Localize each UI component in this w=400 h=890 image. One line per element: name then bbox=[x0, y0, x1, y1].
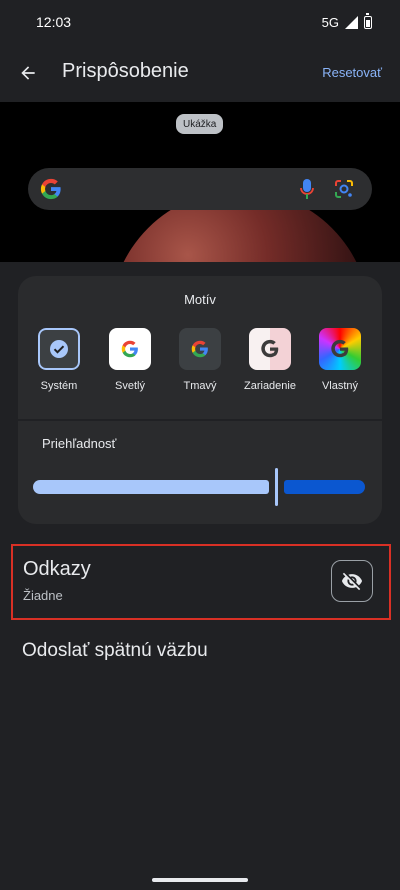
theme-label-system: Systém bbox=[40, 380, 78, 392]
visibility-off-icon bbox=[341, 572, 363, 591]
search-widget-preview bbox=[28, 168, 372, 210]
status-icons: 5G bbox=[321, 12, 372, 30]
google-lens-icon bbox=[335, 180, 353, 198]
card-divider bbox=[18, 419, 382, 421]
theme-label-device: Zariadenie bbox=[244, 380, 296, 392]
slider-inactive-track bbox=[284, 480, 365, 494]
theme-card: Motív Systém Svetlý Tmavý Zariadenie Vla… bbox=[18, 276, 382, 524]
theme-option-light[interactable]: Svetlý bbox=[95, 328, 165, 392]
theme-tile-dark bbox=[179, 328, 221, 370]
google-logo-icon bbox=[261, 339, 279, 358]
network-label: 5G bbox=[321, 14, 339, 30]
theme-option-device[interactable]: Zariadenie bbox=[235, 328, 305, 392]
slider-thumb[interactable] bbox=[275, 468, 278, 506]
theme-tile-custom bbox=[319, 328, 361, 370]
app-bar: Prispôsobenie Resetovať bbox=[0, 44, 400, 102]
check-icon bbox=[50, 340, 68, 358]
battery-icon bbox=[364, 12, 372, 29]
theme-option-custom[interactable]: Vlastný bbox=[305, 328, 375, 392]
shortcuts-visibility-button[interactable] bbox=[331, 560, 373, 602]
status-bar: 12:03 5G bbox=[0, 0, 400, 44]
theme-label-custom: Vlastný bbox=[321, 380, 359, 392]
google-logo-icon bbox=[331, 339, 349, 358]
theme-option-system[interactable]: Systém bbox=[24, 326, 94, 392]
shortcuts-row[interactable]: Odkazy Žiadne bbox=[11, 544, 391, 620]
theme-tile-system bbox=[36, 326, 82, 372]
arrow-back-icon bbox=[21, 66, 35, 80]
opacity-slider[interactable] bbox=[33, 466, 365, 506]
reset-button[interactable]: Resetovať bbox=[322, 65, 382, 80]
theme-options: Systém Svetlý Tmavý Zariadenie Vlastný bbox=[18, 326, 382, 398]
shortcuts-title: Odkazy bbox=[23, 558, 91, 580]
google-logo-icon bbox=[191, 340, 208, 358]
back-button[interactable] bbox=[14, 59, 42, 87]
status-time: 12:03 bbox=[36, 14, 72, 30]
theme-tile-light bbox=[109, 328, 151, 370]
widget-preview: Ukážka bbox=[0, 102, 400, 262]
send-feedback-item[interactable]: Odoslať spätnú väzbu bbox=[22, 640, 208, 662]
preview-badge: Ukážka bbox=[176, 114, 224, 134]
google-logo-icon bbox=[121, 340, 138, 358]
opacity-label: Priehľadnosť bbox=[42, 436, 117, 451]
theme-option-dark[interactable]: Tmavý bbox=[165, 328, 235, 392]
theme-title: Motív bbox=[184, 292, 216, 307]
slider-active-track bbox=[33, 480, 269, 494]
theme-label-light: Svetlý bbox=[115, 380, 145, 392]
shortcuts-subtitle: Žiadne bbox=[23, 588, 63, 603]
page-title: Prispôsobenie bbox=[62, 60, 189, 82]
theme-label-dark: Tmavý bbox=[183, 380, 217, 392]
gesture-nav-handle[interactable] bbox=[152, 878, 248, 882]
theme-tile-device bbox=[249, 328, 291, 370]
signal-icon bbox=[345, 15, 358, 29]
mic-icon bbox=[300, 179, 314, 199]
google-logo-icon bbox=[40, 178, 61, 200]
